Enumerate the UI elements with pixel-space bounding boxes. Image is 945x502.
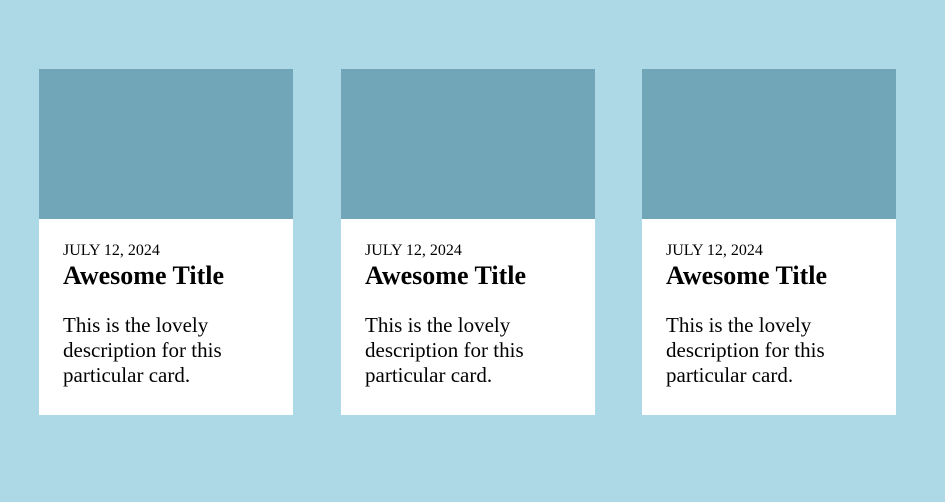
card-description: This is the lovely description for this … bbox=[365, 313, 524, 387]
card-title: Awesome Title bbox=[666, 261, 828, 290]
card-image bbox=[39, 69, 293, 219]
card-title: Awesome Title bbox=[63, 261, 225, 290]
card-body: JULY 12, 2024 Awesome Title This is the … bbox=[642, 219, 896, 388]
card-date: JULY 12, 2024 bbox=[63, 242, 160, 259]
card[interactable]: JULY 12, 2024 Awesome Title This is the … bbox=[341, 69, 595, 415]
card-title: Awesome Title bbox=[365, 261, 527, 290]
card-image bbox=[341, 69, 595, 219]
card-date: JULY 12, 2024 bbox=[365, 242, 462, 259]
card-description: This is the lovely description for this … bbox=[666, 313, 825, 387]
card[interactable]: JULY 12, 2024 Awesome Title This is the … bbox=[39, 69, 293, 415]
card-image bbox=[642, 69, 896, 219]
card-body: JULY 12, 2024 Awesome Title This is the … bbox=[341, 219, 595, 388]
card-description: This is the lovely description for this … bbox=[63, 313, 222, 387]
card-list: JULY 12, 2024 Awesome Title This is the … bbox=[39, 69, 896, 415]
card[interactable]: JULY 12, 2024 Awesome Title This is the … bbox=[642, 69, 896, 415]
card-body: JULY 12, 2024 Awesome Title This is the … bbox=[39, 219, 293, 388]
card-date: JULY 12, 2024 bbox=[666, 242, 763, 259]
